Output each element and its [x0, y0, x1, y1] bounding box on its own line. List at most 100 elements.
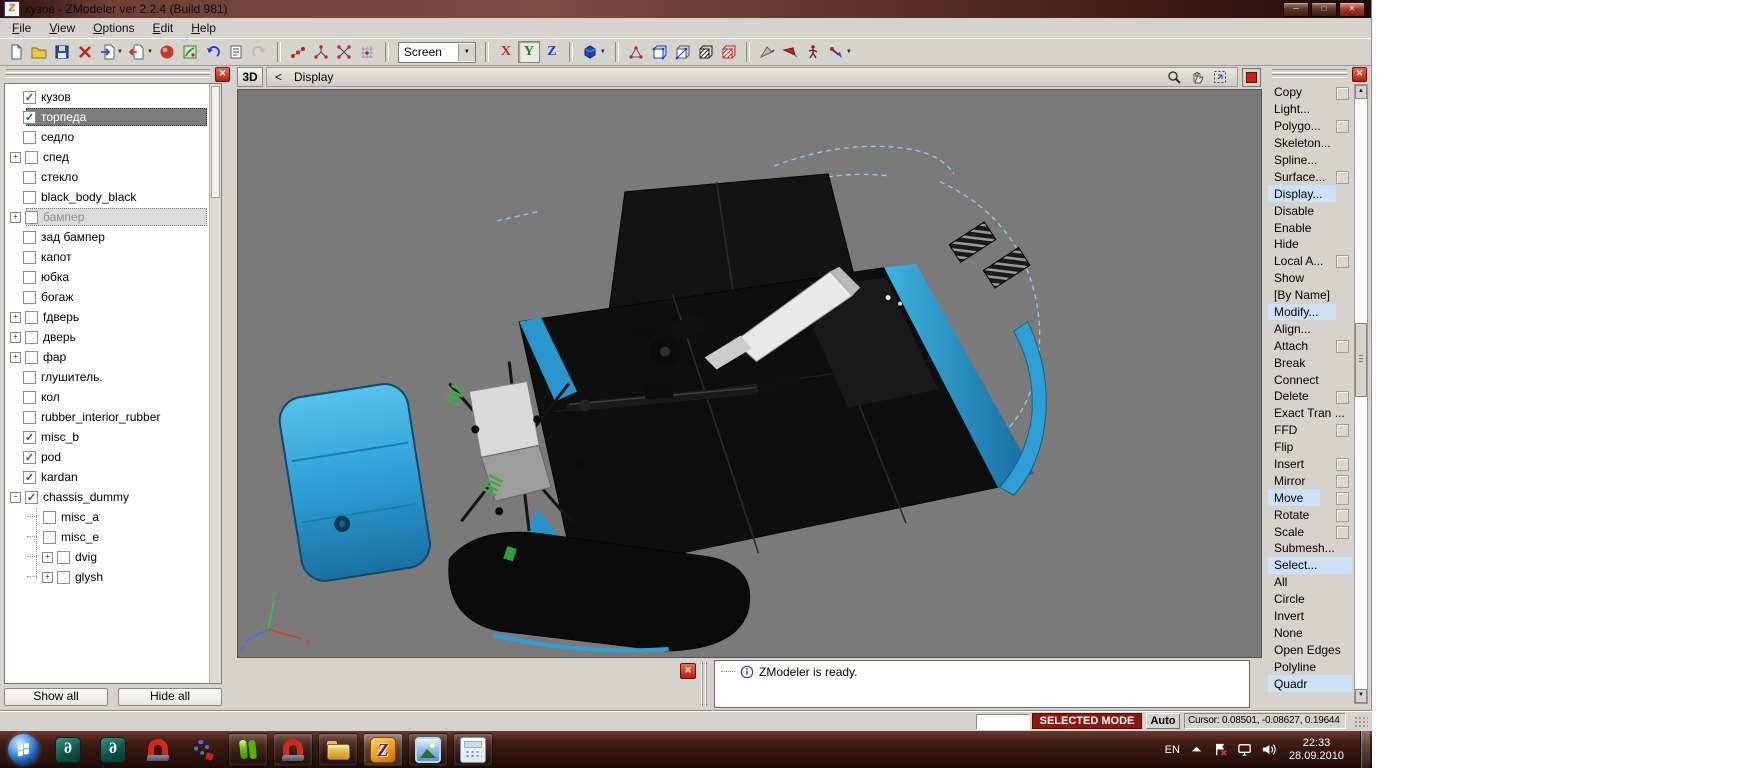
select-objects-mode-button[interactable] — [717, 41, 740, 63]
delete-button[interactable] — [73, 41, 96, 63]
tree-item-checkbox[interactable] — [25, 151, 38, 164]
close-button[interactable]: ✕ — [1339, 2, 1365, 17]
tree-item-checkbox[interactable]: ✓ — [23, 451, 36, 464]
command-checkbox[interactable] — [1336, 526, 1349, 539]
vertex-connect-button[interactable] — [310, 41, 333, 63]
command-quadr[interactable]: Quadr — [1268, 675, 1352, 692]
menu-item-options[interactable]: Options — [85, 19, 142, 37]
command-checkbox[interactable] — [1336, 87, 1349, 100]
command-copy[interactable]: Copy — [1268, 84, 1352, 101]
tree-item-14[interactable]: глушитель. — [5, 367, 221, 387]
tree-expand-plus-icon[interactable]: + — [10, 352, 21, 363]
command-flip[interactable]: Flip — [1268, 439, 1352, 456]
message-panel-grip[interactable] — [701, 662, 709, 706]
taskbar-app-teal-a[interactable] — [48, 733, 88, 766]
scrollbar-thumb[interactable] — [1355, 323, 1367, 397]
maximize-button[interactable]: □ — [1311, 2, 1337, 17]
command-checkbox[interactable] — [1336, 509, 1349, 522]
marker-tool-button[interactable] — [779, 41, 802, 63]
command-checkbox[interactable] — [1336, 458, 1349, 471]
taskbar-app-zmodeler[interactable] — [363, 733, 403, 766]
tree-item-1[interactable]: ✓торпеда — [5, 107, 221, 127]
tree-item-checkbox[interactable] — [23, 391, 36, 404]
tree-item-18[interactable]: ✓pod — [5, 447, 221, 467]
snap-grid-button[interactable] — [356, 41, 379, 63]
taskbar-app-gear[interactable] — [183, 733, 223, 766]
zoom-tool-button[interactable] — [1165, 69, 1183, 85]
command-surface[interactable]: Surface... — [1268, 168, 1352, 185]
tree-item-2[interactable]: седло — [5, 127, 221, 147]
command-light[interactable]: Light... — [1268, 101, 1352, 118]
resize-grip[interactable] — [1354, 716, 1368, 729]
volume-icon[interactable] — [1261, 742, 1276, 757]
command-checkbox[interactable] — [1336, 475, 1349, 488]
command-hide[interactable]: Hide — [1268, 236, 1352, 253]
bone-tools-button[interactable] — [825, 41, 848, 63]
bone-tools-button-dropdown-icon[interactable]: ▼ — [846, 49, 852, 55]
axis-z-toggle[interactable]: Z — [542, 42, 562, 62]
viewport-back-icon[interactable]: < — [275, 70, 282, 84]
language-indicator[interactable]: EN — [1165, 744, 1180, 756]
scroll-down-icon[interactable]: ▼ — [1355, 689, 1367, 703]
tree-item-16[interactable]: rubber_interior_rubber — [5, 407, 221, 427]
scroll-up-icon[interactable]: ▲ — [1355, 85, 1367, 99]
layers-panel-header[interactable]: ✕ — [2, 66, 232, 82]
command-ffd[interactable]: FFD — [1268, 422, 1352, 439]
pivot-tool-button[interactable] — [756, 41, 779, 63]
command-spline[interactable]: Spline... — [1268, 152, 1352, 169]
tree-item-checkbox[interactable] — [57, 551, 70, 564]
axis-y-toggle[interactable]: Y — [518, 41, 540, 63]
command-delete[interactable]: Delete — [1268, 388, 1352, 405]
tree-expand-plus-icon[interactable]: + — [10, 312, 21, 323]
menu-item-help[interactable]: Help — [183, 19, 224, 37]
tree-item-12[interactable]: +дверь — [5, 327, 221, 347]
menu-item-file[interactable]: File — [4, 19, 39, 37]
command-polyline[interactable]: Polyline — [1268, 658, 1352, 675]
texture-browser-button[interactable] — [179, 41, 202, 63]
show-desktop-button[interactable] — [1360, 731, 1370, 768]
command-checkbox[interactable] — [1336, 255, 1349, 268]
select-polygons-mode-button[interactable] — [671, 41, 694, 63]
taskbar-clock[interactable]: 22:33 28.09.2010 — [1289, 737, 1344, 763]
command-checkbox[interactable] — [1336, 340, 1349, 353]
tree-expand-minus-icon[interactable]: − — [10, 492, 21, 503]
action-center-flag-icon[interactable] — [1213, 742, 1228, 757]
command-display[interactable]: Display... — [1268, 185, 1352, 202]
command-rotate[interactable]: Rotate — [1268, 506, 1352, 523]
command-open-edges[interactable]: Open Edges — [1268, 641, 1352, 658]
command-connect[interactable]: Connect — [1268, 371, 1352, 388]
fit-view-button[interactable] — [1211, 69, 1229, 85]
tree-expand-plus-icon[interactable]: + — [10, 332, 21, 343]
view-mode-select[interactable]: Screen▼ — [398, 42, 476, 63]
command-local-a[interactable]: Local A... — [1268, 253, 1352, 270]
command-align[interactable]: Align... — [1268, 320, 1352, 337]
tree-item-checkbox[interactable]: ✓ — [23, 471, 36, 484]
title-bar[interactable]: Z кузов - ZModeler ver 2.2.4 (Build 981)… — [0, 0, 1371, 18]
tree-item-checkbox[interactable] — [23, 171, 36, 184]
skeleton-mode-button[interactable] — [802, 41, 825, 63]
tree-expand-plus-icon[interactable]: + — [42, 572, 53, 583]
tree-item-checkbox[interactable] — [23, 371, 36, 384]
tree-item-17[interactable]: ✓misc_b — [5, 427, 221, 447]
command-attach[interactable]: Attach — [1268, 337, 1352, 354]
tree-item-checkbox[interactable] — [25, 211, 38, 224]
command-checkbox[interactable] — [1336, 171, 1349, 184]
menu-item-view[interactable]: View — [41, 19, 83, 37]
tree-item-3[interactable]: +спед — [5, 147, 221, 167]
vertex-weld-button[interactable] — [287, 41, 310, 63]
command-select[interactable]: Select... — [1268, 557, 1352, 574]
auto-button[interactable]: Auto — [1146, 713, 1180, 729]
layers-scrollbar[interactable] — [209, 84, 221, 683]
pan-tool-button[interactable] — [1188, 69, 1206, 85]
command-by-name[interactable]: [By Name] — [1268, 287, 1352, 304]
tree-item-checkbox[interactable] — [43, 511, 56, 524]
network-icon[interactable] — [1237, 742, 1252, 757]
create-primitive-button-dropdown-icon[interactable]: ▼ — [600, 49, 606, 55]
command-none[interactable]: None — [1268, 625, 1352, 642]
command-enable[interactable]: Enable — [1268, 219, 1352, 236]
tree-item-13[interactable]: +фар — [5, 347, 221, 367]
import-button[interactable] — [96, 41, 119, 63]
command-disable[interactable]: Disable — [1268, 202, 1352, 219]
tree-item-checkbox[interactable] — [23, 191, 36, 204]
history-button[interactable] — [225, 41, 248, 63]
